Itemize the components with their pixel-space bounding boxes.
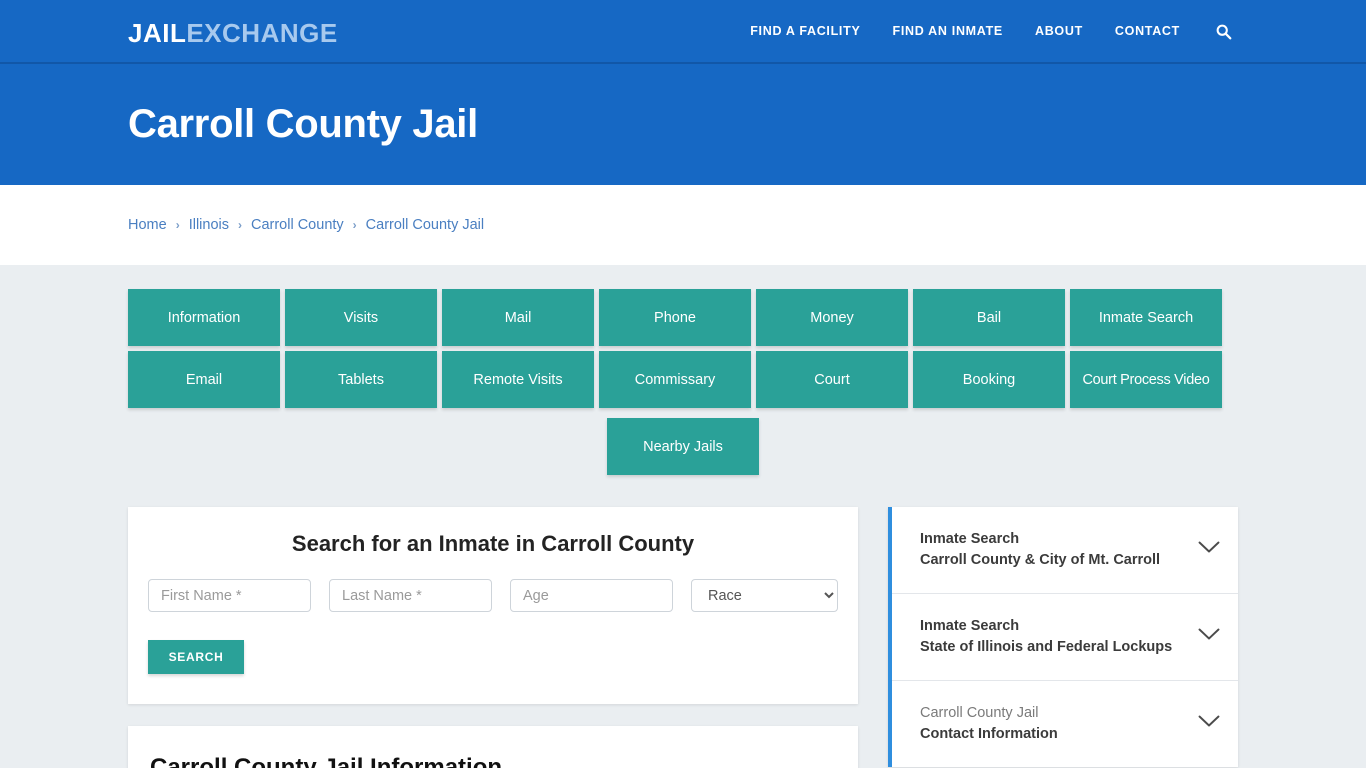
breadcrumb-chevron-icon: › [175,218,180,232]
jail-information-card: Carroll County Jail Information [128,726,858,768]
page-hero: Carroll County Jail [0,64,1366,185]
section-button-information[interactable]: Information [128,289,280,346]
section-button-remote-visits[interactable]: Remote Visits [442,351,594,408]
section-button-booking[interactable]: Booking [913,351,1065,408]
content-columns: Search for an Inmate in Carroll County R… [128,507,1238,768]
sidebar-item-line1: Inmate Search [920,618,1020,635]
nav-link-contact[interactable]: CONTACT [1099,24,1196,38]
breadcrumb-item-home[interactable]: Home [128,217,167,233]
breadcrumb-item-carroll-county-jail[interactable]: Carroll County Jail [366,217,484,233]
section-button-phone[interactable]: Phone [599,289,751,346]
sidebar-item-text: Inmate Search State of Illinois and Fede… [920,616,1172,658]
inmate-search-heading: Search for an Inmate in Carroll County [291,531,695,556]
sidebar-item-inmate-search-state[interactable]: Inmate Search State of Illinois and Fede… [892,594,1238,682]
nav-link-about[interactable]: ABOUT [1019,24,1099,38]
breadcrumb-chevron-icon: › [237,218,242,232]
sidebar-item-contact-information[interactable]: Carroll County Jail Contact Information [892,681,1238,767]
sidebar-accordion: Inmate Search Carroll County & City of M… [888,507,1238,768]
section-button-inmate-search[interactable]: Inmate Search [1070,289,1222,346]
logo-text-jail: JAIL [128,18,187,48]
age-input[interactable] [510,579,673,612]
section-button-email[interactable]: Email [128,351,280,408]
page-body: Information Visits Mail Phone Money Bail… [0,265,1366,768]
chevron-down-icon[interactable] [1198,628,1220,646]
sidebar-item-line1: Carroll County Jail [920,705,1039,722]
section-button-mail[interactable]: Mail [442,289,594,346]
breadcrumb-item-illinois[interactable]: Illinois [189,217,229,233]
primary-nav-links: FIND A FACILITY FIND AN INMATE ABOUT CON… [734,0,1238,62]
inmate-search-card: Search for an Inmate in Carroll County R… [128,507,858,704]
chevron-down-icon[interactable] [1198,541,1220,559]
search-submit-button[interactable]: SEARCH [148,640,244,674]
section-button-nearby-jails[interactable]: Nearby Jails [607,418,759,475]
left-column: Search for an Inmate in Carroll County R… [128,507,858,768]
page-title: Carroll County Jail [128,102,478,146]
nav-link-find-an-inmate[interactable]: FIND AN INMATE [876,24,1018,38]
sidebar-item-line2: Carroll County & City of Mt. Carroll [920,552,1161,569]
section-button-tablets[interactable]: Tablets [285,351,437,408]
site-logo[interactable]: JAILEXCHANGE [128,18,338,48]
breadcrumb-bar: Home › Illinois › Carroll County › Carro… [0,185,1366,265]
sidebar-item-line2: State of Illinois and Federal Lockups [920,639,1173,656]
logo-text-exchange: EXCHANGE [186,18,338,48]
sidebar-item-line1: Inmate Search [920,531,1020,547]
section-button-money[interactable]: Money [756,289,908,346]
sidebar-item-text: Carroll County Jail Contact Information [920,703,1058,745]
nav-link-find-a-facility[interactable]: FIND A FACILITY [734,24,876,38]
right-column: Inmate Search Carroll County & City of M… [888,507,1238,768]
section-buttons-last-row: Nearby Jails [128,418,1238,475]
section-button-court-process-video[interactable]: Court Process Video [1070,351,1222,408]
jail-information-heading: Carroll County Jail Information [150,754,503,768]
breadcrumb: Home › Illinois › Carroll County › Carro… [128,217,484,233]
first-name-input[interactable] [148,579,311,612]
section-button-commissary[interactable]: Commissary [599,351,751,408]
search-icon[interactable] [1208,16,1238,46]
section-button-court[interactable]: Court [756,351,908,408]
sidebar-item-line2: Contact Information [920,726,1058,743]
breadcrumb-chevron-icon: › [352,218,357,232]
section-button-visits[interactable]: Visits [285,289,437,346]
sidebar-item-inmate-search-county[interactable]: Inmate Search Carroll County & City of M… [892,507,1238,595]
last-name-input[interactable] [329,579,492,612]
section-button-bail[interactable]: Bail [913,289,1065,346]
chevron-down-icon[interactable] [1198,715,1220,733]
sidebar-item-text: Inmate Search Carroll County & City of M… [920,529,1160,571]
inmate-search-form: Race [148,579,838,612]
top-navigation-bar: JAILEXCHANGE FIND A FACILITY FIND AN INM… [0,0,1366,64]
breadcrumb-item-carroll-county[interactable]: Carroll County [251,217,344,233]
facility-section-buttons: Information Visits Mail Phone Money Bail… [128,289,1238,475]
race-select[interactable]: Race [691,579,838,612]
